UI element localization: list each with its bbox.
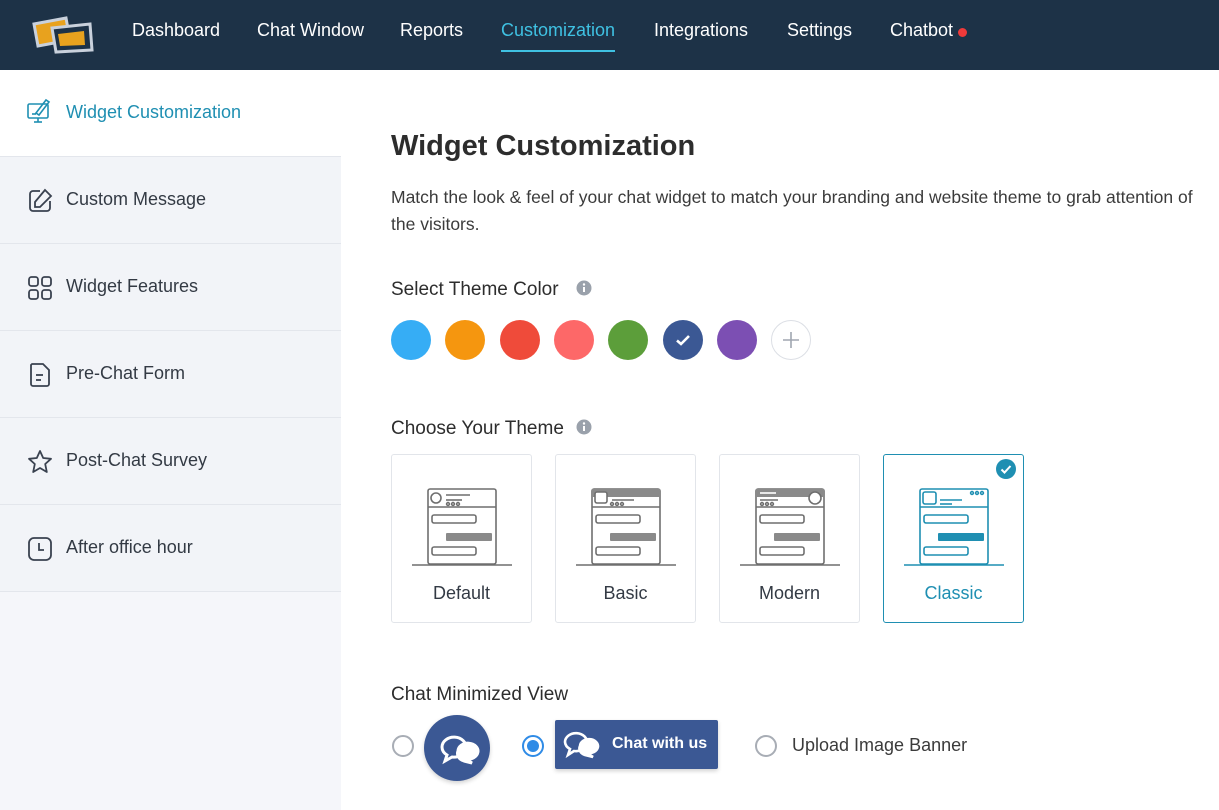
chat-bubbles-icon — [440, 735, 480, 765]
theme-default-illustration — [412, 488, 512, 566]
chat-bar-text: Chat with us — [612, 735, 708, 752]
color-swatch[interactable] — [391, 320, 431, 360]
selected-check-icon — [996, 459, 1016, 479]
sidebar-item-widget-customization[interactable]: Widget Customization — [0, 70, 341, 157]
sidebar-item-label: After office hour — [66, 537, 193, 557]
upload-banner-label[interactable]: Upload Image Banner — [792, 735, 967, 756]
nav-reports[interactable]: Reports — [400, 20, 463, 52]
theme-classic-illustration — [904, 488, 1004, 566]
chat-bubbles-icon — [563, 731, 600, 759]
color-swatch[interactable] — [608, 320, 648, 360]
monitor-brush-icon — [27, 98, 51, 123]
sidebar: Widget Customization Custom Message Widg… — [0, 70, 341, 810]
sidebar-item-pre-chat-form[interactable]: Pre-Chat Form — [0, 331, 341, 418]
page-description: Match the look & feel of your chat widge… — [391, 187, 1193, 234]
color-swatch[interactable] — [500, 320, 540, 360]
sidebar-item-post-chat-survey[interactable]: Post-Chat Survey — [0, 418, 341, 505]
clock-icon — [28, 537, 52, 561]
theme-name: Default — [432, 583, 491, 603]
sidebar-item-label: Widget Customization — [66, 102, 242, 122]
nav-settings[interactable]: Settings — [787, 20, 852, 52]
nav-chatbot[interactable]: Chatbot — [890, 20, 953, 52]
theme-color-label: Select Theme Color — [391, 279, 559, 300]
color-swatch[interactable] — [663, 320, 703, 360]
color-swatch[interactable] — [554, 320, 594, 360]
star-icon — [28, 450, 52, 473]
info-icon[interactable] — [576, 419, 592, 435]
sidebar-item-label: Post-Chat Survey — [66, 450, 208, 470]
sidebar-item-after-office-hour[interactable]: After office hour — [0, 505, 341, 592]
theme-modern-illustration — [740, 488, 840, 566]
main-content: Widget Customization Match the look & fe… — [341, 70, 1219, 810]
sidebar-item-widget-features[interactable]: Widget Features — [0, 244, 341, 331]
sidebar-item-label: Custom Message — [66, 189, 207, 209]
minimized-view-label: Chat Minimized View — [391, 684, 569, 705]
theme-card-basic[interactable]: Basic — [555, 454, 696, 623]
color-swatch[interactable] — [445, 320, 485, 360]
theme-label: Choose Your Theme — [391, 418, 564, 439]
sidebar-item-label: Widget Features — [66, 276, 199, 296]
theme-card-modern[interactable]: Modern — [719, 454, 860, 623]
grid-icon — [28, 276, 52, 300]
edit-icon — [29, 188, 53, 212]
color-swatch[interactable] — [717, 320, 757, 360]
minimized-round-radio[interactable] — [392, 735, 414, 757]
add-color-button[interactable] — [771, 320, 811, 360]
nav-customization[interactable]: Customization — [501, 20, 616, 52]
chat-bar-preview[interactable]: Chat with us — [555, 720, 718, 769]
theme-name: Modern — [758, 583, 821, 603]
theme-name: Basic — [603, 583, 648, 603]
check-icon — [676, 335, 690, 346]
info-icon[interactable] — [576, 280, 592, 296]
sidebar-item-custom-message[interactable]: Custom Message — [0, 157, 341, 244]
theme-name: Classic — [924, 583, 983, 603]
page-title: Widget Customization — [391, 130, 696, 162]
minimized-upload-radio[interactable] — [755, 735, 777, 757]
nav-chat-window[interactable]: Chat Window — [257, 20, 364, 52]
plus-icon — [783, 332, 799, 348]
theme-card-classic[interactable]: Classic — [883, 454, 1024, 623]
top-navigation: Dashboard Chat Window Reports Customizat… — [0, 0, 1219, 70]
theme-card-default[interactable]: Default — [391, 454, 532, 623]
theme-basic-illustration — [576, 488, 676, 566]
sidebar-item-label: Pre-Chat Form — [66, 363, 186, 383]
document-icon — [30, 363, 50, 387]
nav-integrations[interactable]: Integrations — [654, 20, 748, 52]
nav-dashboard[interactable]: Dashboard — [132, 20, 220, 52]
round-chat-bubble-preview[interactable] — [424, 715, 490, 781]
notification-dot — [958, 28, 967, 37]
minimized-bar-radio[interactable] — [522, 735, 544, 757]
app-logo[interactable] — [30, 14, 96, 54]
